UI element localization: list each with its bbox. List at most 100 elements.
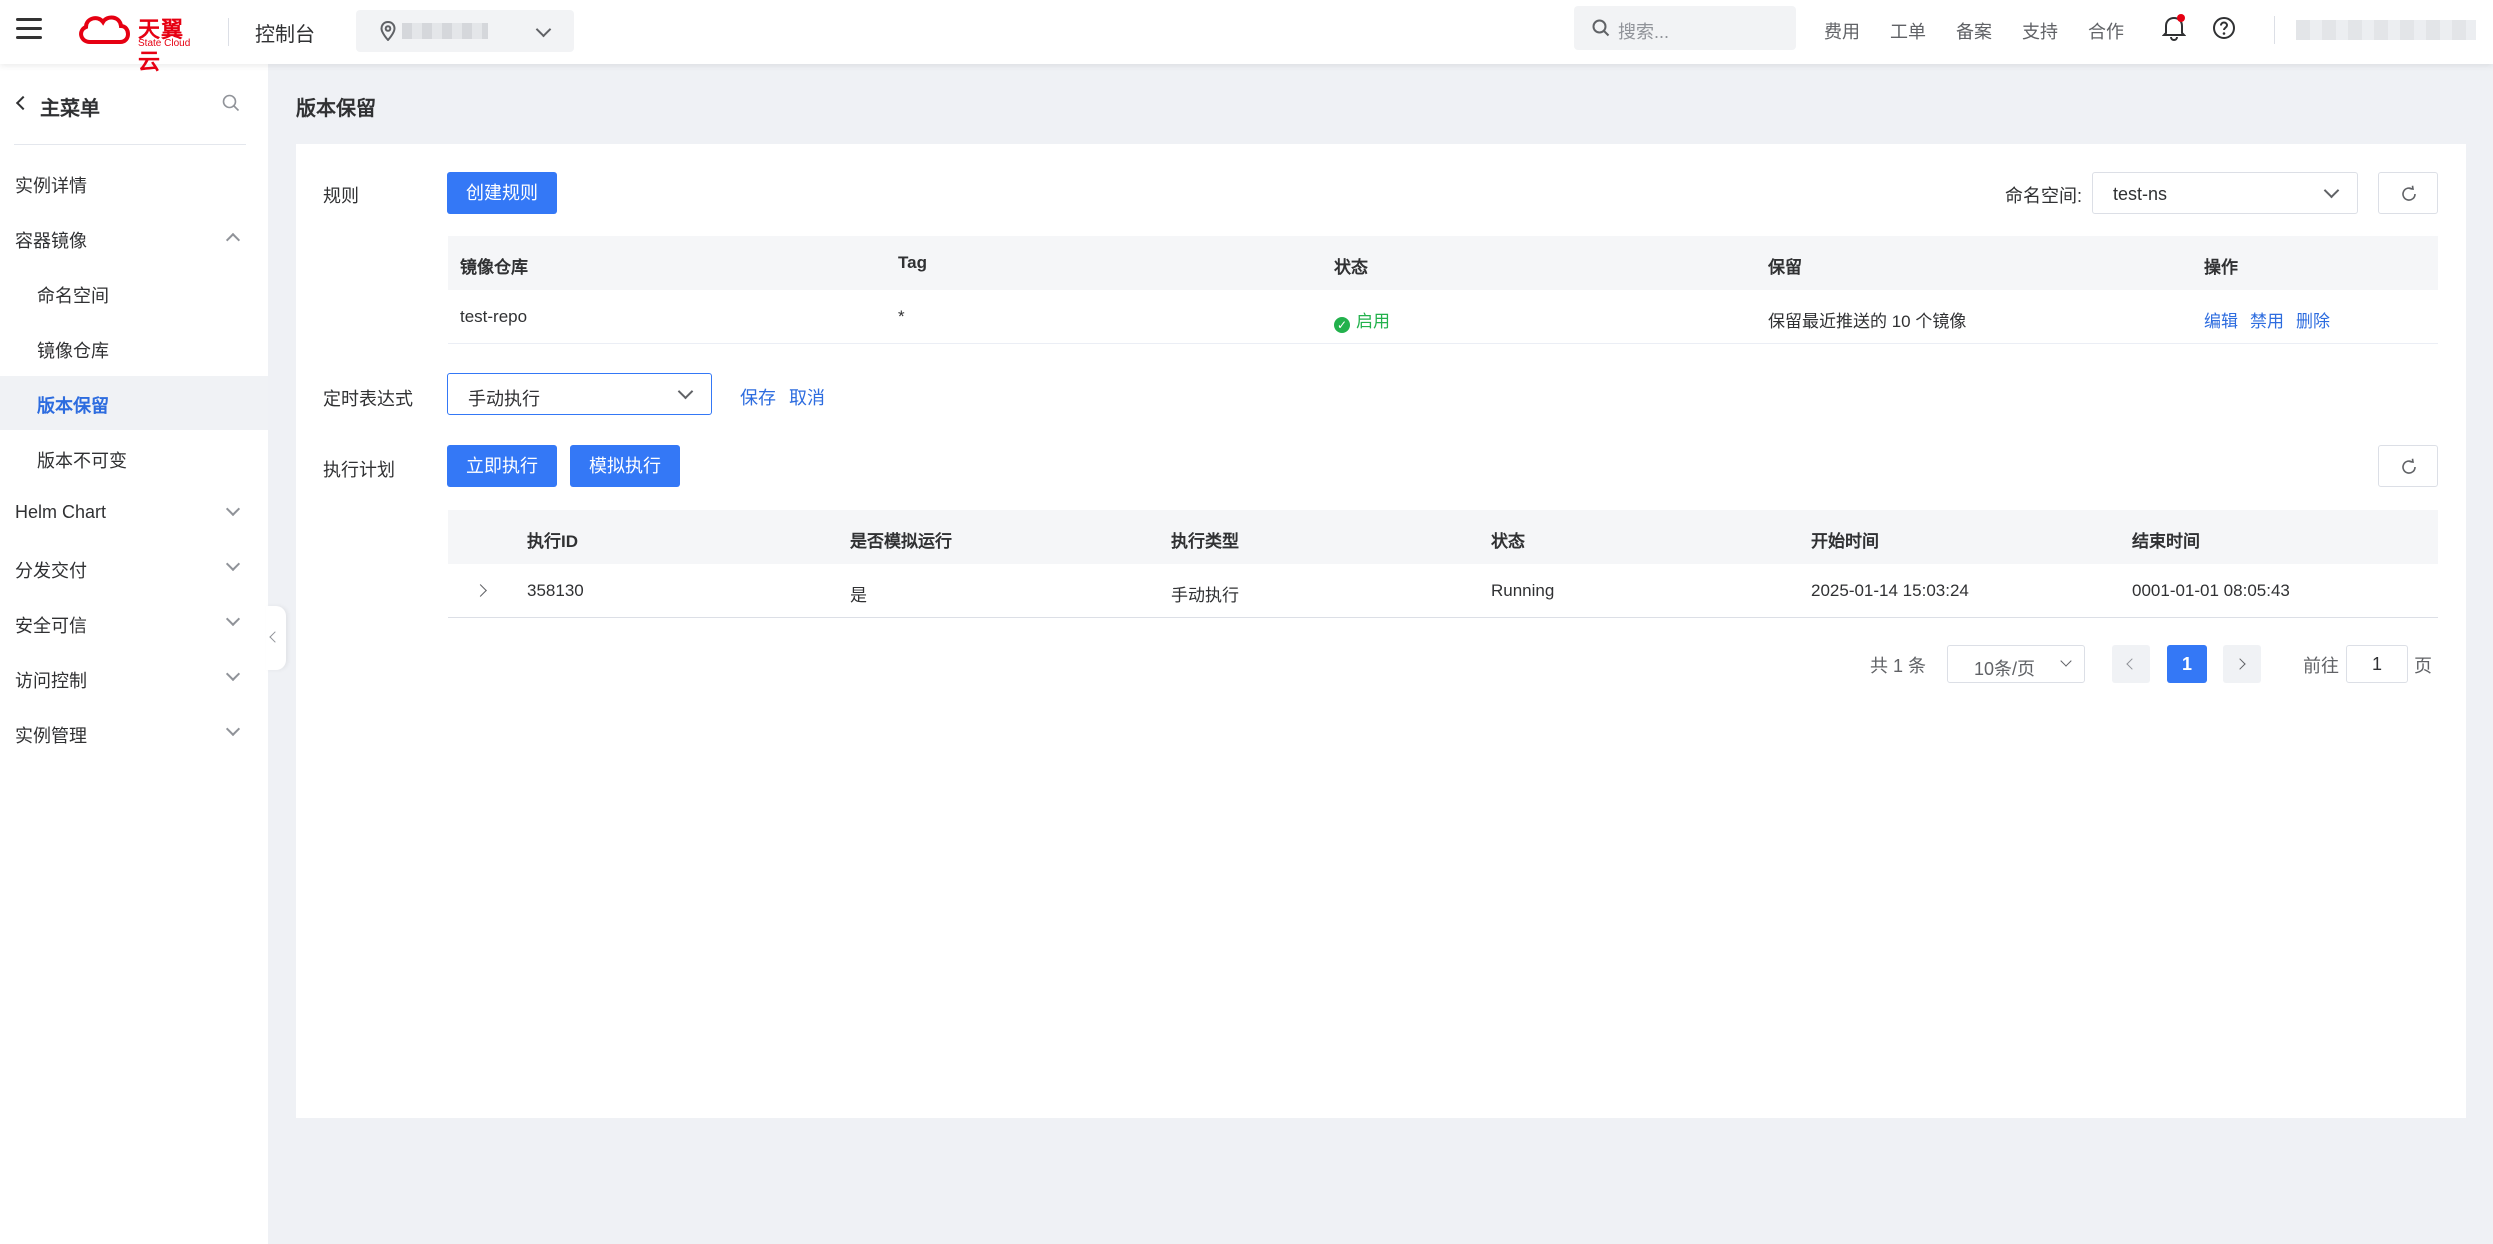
- save-link[interactable]: 保存: [740, 384, 776, 410]
- sidebar-item-label: 实例详情: [15, 176, 87, 196]
- simulated-cell: 是: [850, 586, 867, 605]
- nav-support[interactable]: 支持: [2022, 18, 2058, 44]
- page-number-button[interactable]: 1: [2167, 645, 2207, 683]
- sidebar-item-label: 版本不可变: [37, 451, 127, 471]
- user-account-redacted[interactable]: [2296, 20, 2476, 40]
- chevron-down-icon: [2060, 655, 2072, 667]
- column-header: 开始时间: [1811, 532, 1879, 551]
- top-bar: 天翼云 State Cloud 控制台 搜索... 费用 工单 备案 支持 合作: [0, 0, 2493, 74]
- goto-page-input[interactable]: 1: [2346, 645, 2408, 683]
- plan-label: 执行计划: [323, 460, 395, 480]
- nav-partner[interactable]: 合作: [2088, 18, 2124, 44]
- cron-select[interactable]: 手动执行: [447, 373, 712, 415]
- cloud-logo-icon: [79, 15, 130, 44]
- disable-link[interactable]: 禁用: [2250, 307, 2284, 332]
- location-pin-icon: [380, 21, 396, 41]
- chevron-up-icon: [225, 232, 241, 248]
- chevron-down-icon: [225, 611, 241, 627]
- sidebar-item-security[interactable]: 安全可信: [0, 596, 268, 650]
- bell-icon[interactable]: [2161, 14, 2187, 42]
- logo[interactable]: 天翼云 State Cloud: [76, 10, 206, 74]
- column-header: 结束时间: [2132, 532, 2200, 551]
- column-header: 操作: [2204, 258, 2238, 277]
- search-placeholder: 搜索...: [1618, 22, 1670, 42]
- nav-tickets[interactable]: 工单: [1890, 18, 1926, 44]
- delete-link[interactable]: 删除: [2296, 307, 2330, 332]
- check-circle-icon: ✓: [1334, 317, 1350, 333]
- create-rule-button[interactable]: 创建规则: [447, 172, 557, 214]
- sidebar-item-access-control[interactable]: 访问控制: [0, 651, 268, 705]
- column-header: 执行ID: [527, 532, 578, 551]
- refresh-plan-button[interactable]: [2378, 445, 2438, 487]
- chevron-left-icon: [2126, 658, 2138, 670]
- refresh-rules-button[interactable]: [2378, 172, 2438, 214]
- search-input[interactable]: 搜索...: [1574, 6, 1796, 50]
- divider: [228, 18, 229, 46]
- sidebar-item-instance-mgmt[interactable]: 实例管理: [0, 706, 268, 760]
- sidebar-item-helm-chart[interactable]: Helm Chart: [0, 486, 268, 540]
- pager-total: 共 1 条: [1870, 656, 1927, 676]
- sidebar-item-label: 实例管理: [15, 726, 87, 746]
- sidebar-collapse-handle[interactable]: [266, 606, 286, 670]
- column-header: 执行类型: [1171, 532, 1239, 551]
- column-header: 状态: [1334, 258, 1368, 277]
- retain-cell: 保留最近推送的 10 个镜像: [1768, 312, 1967, 331]
- repo-cell: test-repo: [460, 307, 528, 326]
- next-page-button[interactable]: [2223, 645, 2261, 683]
- chevron-down-icon: [225, 666, 241, 682]
- refresh-icon: [2402, 185, 2416, 201]
- edit-link[interactable]: 编辑: [2204, 307, 2238, 332]
- namespace-value: test-ns: [2113, 184, 2168, 204]
- sidebar-item-distribution[interactable]: 分发交付: [0, 541, 268, 595]
- page-size-select[interactable]: 10条/页: [1947, 645, 2085, 683]
- chevron-left-icon[interactable]: [15, 95, 31, 111]
- goto-label: 前往: [2303, 656, 2339, 676]
- simulate-run-button[interactable]: 模拟执行: [570, 445, 680, 487]
- column-header: 保留: [1768, 258, 1802, 277]
- nav-filing[interactable]: 备案: [1956, 18, 1992, 44]
- sidebar: 主菜单 实例详情 容器镜像 命名空间 镜像仓库 版本保留 版本不可变 Helm …: [0, 64, 268, 1244]
- table-header: 镜像仓库 Tag 状态 保留 操作: [448, 236, 2438, 290]
- chevron-down-icon: [225, 501, 241, 517]
- page-suffix: 页: [2414, 656, 2432, 676]
- column-header: 是否模拟运行: [850, 532, 952, 551]
- expand-row-icon[interactable]: [474, 584, 487, 597]
- namespace-label: 命名空间:: [2005, 186, 2083, 206]
- divider: [14, 144, 246, 145]
- divider: [2274, 16, 2275, 44]
- sidebar-item-container-image[interactable]: 容器镜像: [0, 211, 268, 265]
- help-icon[interactable]: [2212, 16, 2236, 40]
- region-selector[interactable]: [356, 10, 574, 52]
- sidebar-item-label: 命名空间: [37, 286, 109, 306]
- sidebar-item-namespace[interactable]: 命名空间: [0, 266, 268, 320]
- sidebar-item-version-retention[interactable]: 版本保留: [0, 376, 268, 430]
- prev-page-button[interactable]: [2112, 645, 2150, 683]
- chevron-down-icon: [677, 383, 694, 400]
- search-icon[interactable]: [222, 94, 240, 112]
- tag-cell: *: [898, 307, 905, 326]
- sidebar-item-label: 镜像仓库: [37, 341, 109, 361]
- rules-label: 规则: [323, 186, 359, 206]
- column-header: 状态: [1491, 532, 1525, 551]
- main-menu-title[interactable]: 主菜单: [40, 92, 100, 121]
- sidebar-item-instance-detail[interactable]: 实例详情: [0, 156, 268, 210]
- hamburger-menu-icon[interactable]: [16, 18, 42, 40]
- sidebar-item-label: 访问控制: [15, 671, 87, 691]
- chevron-down-icon: [2323, 182, 2340, 199]
- table-row: 358130 是 手动执行 Running 2025-01-14 15:03:2…: [448, 564, 2438, 618]
- region-name-redacted: [402, 23, 488, 39]
- sidebar-item-label: Helm Chart: [15, 502, 107, 522]
- sidebar-item-version-immutable[interactable]: 版本不可变: [0, 431, 268, 485]
- page-size-value: 10条/页: [1974, 659, 2036, 679]
- sidebar-item-image-repo[interactable]: 镜像仓库: [0, 321, 268, 375]
- cancel-link[interactable]: 取消: [789, 384, 825, 410]
- cron-label: 定时表达式: [323, 389, 413, 409]
- sidebar-item-label: 版本保留: [37, 396, 109, 416]
- run-now-button[interactable]: 立即执行: [447, 445, 557, 487]
- chevron-left-icon: [269, 631, 281, 643]
- nav-fees[interactable]: 费用: [1824, 18, 1860, 44]
- chevron-right-icon: [2234, 658, 2246, 670]
- console-title[interactable]: 控制台: [255, 18, 315, 47]
- namespace-select[interactable]: test-ns: [2092, 172, 2358, 214]
- sidebar-item-label: 分发交付: [15, 561, 87, 581]
